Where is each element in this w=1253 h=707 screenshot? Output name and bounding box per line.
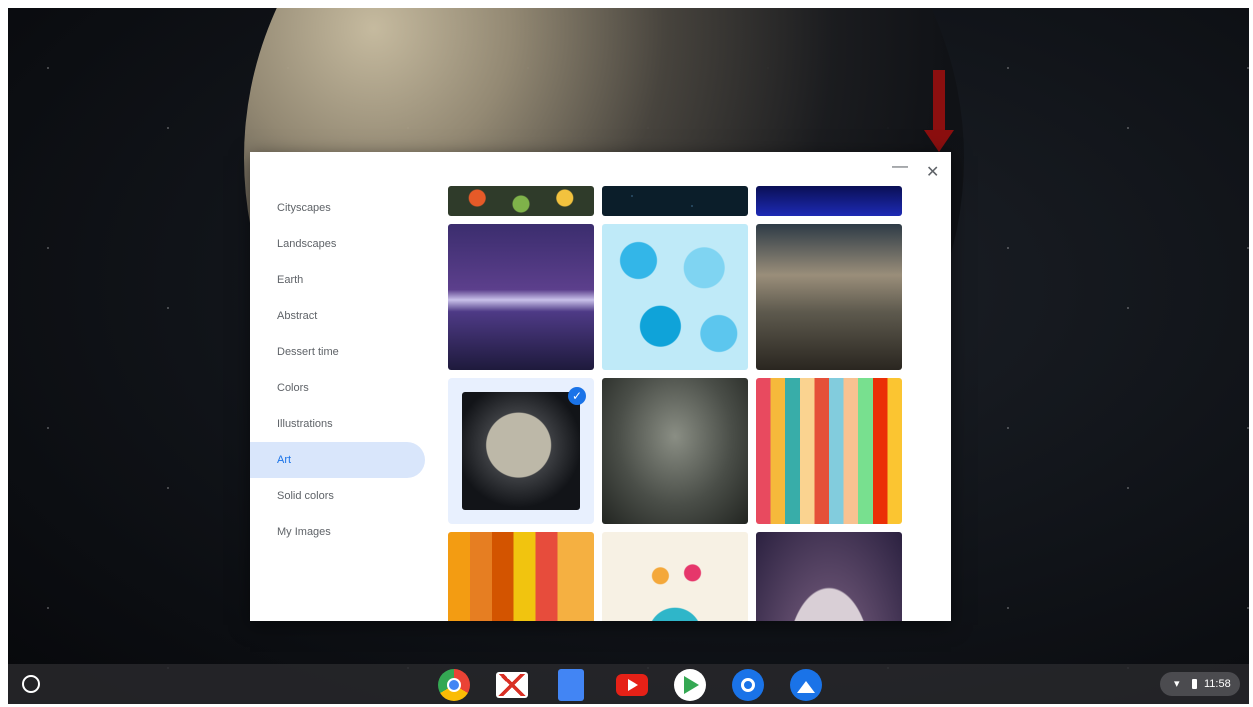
gmail-icon[interactable] [496,672,528,698]
category-solid-colors[interactable]: Solid colors [250,478,430,514]
shelf-taskbar: ▾ 11:58 [8,664,1249,704]
selected-check-icon: ✓ [568,387,586,405]
category-dessert-time[interactable]: Dessert time [250,334,430,370]
category-earth[interactable]: Earth [250,262,430,298]
wallpaper-tile-night-dots[interactable] [602,186,748,216]
wallpaper-tile-blue-clouds[interactable] [602,224,748,370]
category-colors[interactable]: Colors [250,370,430,406]
wallpaper-grid: ✓ [446,186,906,621]
annotation-arrow-icon [924,64,954,164]
wifi-icon: ▾ [1174,678,1180,690]
wallpaper-picker-window: — ✕ Cityscapes Landscapes Earth Abstract… [250,152,951,621]
wallpaper-tile-geometric-mountains[interactable] [448,532,594,621]
minimize-button[interactable]: — [892,158,908,176]
wallpaper-tile-giraffe-planet[interactable] [756,532,902,621]
status-tray[interactable]: ▾ 11:58 [1160,672,1240,696]
category-sidebar: Cityscapes Landscapes Earth Abstract Des… [250,190,430,550]
wallpaper-tile-tree-sky[interactable] [756,224,902,370]
category-my-images[interactable]: My Images [250,514,430,550]
launcher-button[interactable] [22,675,40,693]
wallpaper-tile-blue-horizon[interactable] [756,186,902,216]
category-abstract[interactable]: Abstract [250,298,430,334]
settings-icon[interactable] [732,669,764,701]
wallpaper-tile-colorful-deer[interactable] [602,532,748,621]
category-art[interactable]: Art [250,442,425,478]
close-button[interactable]: ✕ [926,162,939,182]
wallpaper-tile-colorful-dots[interactable] [448,186,594,216]
clock-time: 11:58 [1204,678,1231,690]
youtube-icon[interactable] [616,674,648,696]
wallpaper-tile-purple-mountains[interactable] [448,224,594,370]
category-landscapes[interactable]: Landscapes [250,226,430,262]
category-cityscapes[interactable]: Cityscapes [250,190,430,226]
wallpaper-tile-moon[interactable] [462,392,580,510]
wallpaper-tile-floating-boat[interactable] [602,378,748,524]
photos-icon[interactable] [790,669,822,701]
docs-icon[interactable] [558,669,584,701]
wallpaper-tile-color-stripes[interactable] [756,378,902,524]
chrome-icon[interactable] [438,669,470,701]
category-illustrations[interactable]: Illustrations [250,406,430,442]
play-store-icon[interactable] [674,669,706,701]
battery-icon [1192,679,1197,689]
